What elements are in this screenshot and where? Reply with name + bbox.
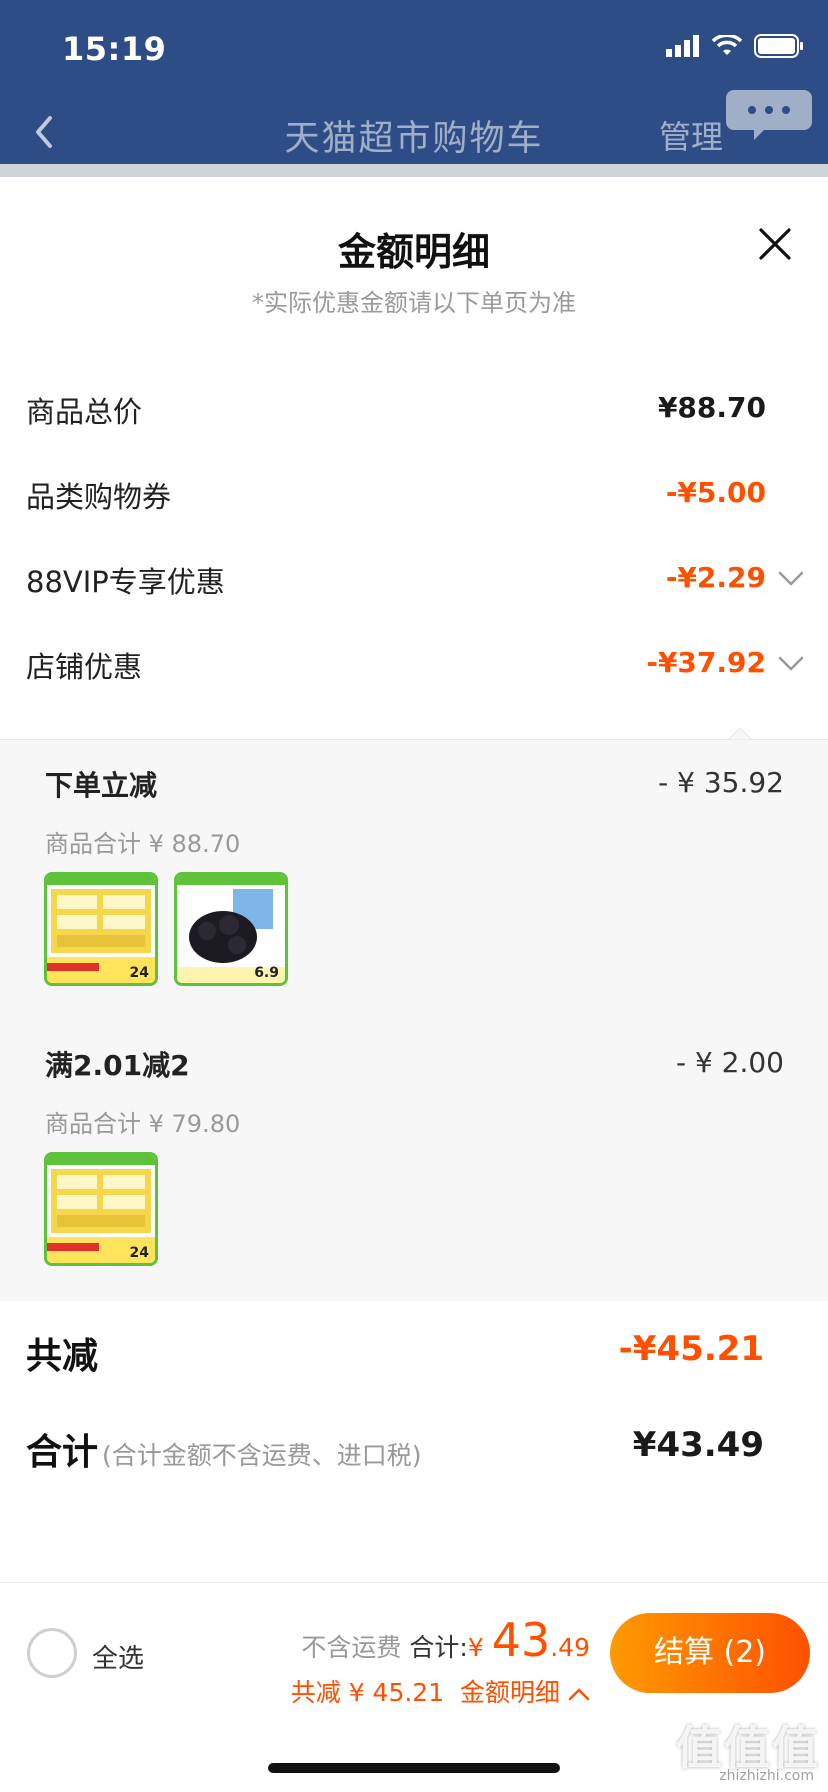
chat-icon[interactable] — [724, 86, 814, 144]
detail-link[interactable]: 金额明细 — [460, 1678, 560, 1707]
total-label: 合计 — [26, 1432, 99, 1473]
sheet-subtitle: *实际优惠金额请以下单页为准 — [252, 289, 576, 317]
total-saved-value: -¥45.21 — [618, 1329, 764, 1369]
thumb-price: 24 — [129, 965, 149, 981]
thumb-price: 24 — [129, 1245, 149, 1261]
watermark-url: zhizhizhi.com — [719, 1768, 814, 1784]
row-label: 商品总价 — [26, 395, 143, 429]
row-goods-total: 商品总价 ¥88.70 — [0, 379, 828, 439]
total-integer: 43 — [491, 1613, 551, 1667]
select-all-checkbox[interactable] — [27, 1628, 77, 1678]
row-value: ¥88.70 — [657, 391, 766, 424]
row-value: -¥2.29 — [665, 561, 766, 594]
thumb-price: 6.9 — [254, 965, 279, 981]
discount-amount: - ¥ 2.00 — [675, 1046, 784, 1079]
exclude-shipping-text: 不含运费 — [301, 1633, 402, 1662]
total-label-row: 合计 (合计金额不含运费、进口税) — [26, 1423, 422, 1475]
total-decimal: .49 — [550, 1633, 590, 1662]
status-time: 15:19 — [62, 30, 167, 68]
product-thumbnail-snack[interactable]: 6.9 — [174, 872, 288, 986]
sheet-title: 金额明细 — [337, 230, 490, 274]
bottom-total: 不含运费 合计:¥ 43.49 — [301, 1613, 590, 1667]
caret-icon — [728, 728, 752, 740]
row-store-discount[interactable]: 店铺优惠 -¥37.92 — [0, 634, 828, 694]
amount-detail-sheet: 金额明细 *实际优惠金额请以下单页为准 商品总价 ¥88.70 品类购物券 -¥… — [0, 177, 828, 1792]
checkout-button[interactable]: 结算 (2) — [610, 1613, 810, 1693]
total-note: (合计金额不含运费、进口税) — [102, 1441, 422, 1470]
status-icons — [666, 34, 804, 58]
saved-text: 共减 ¥ 45.21 — [290, 1678, 445, 1707]
chevron-up-icon[interactable] — [568, 1687, 590, 1701]
background-peek — [0, 164, 828, 177]
row-label: 88VIP专享优惠 — [26, 565, 225, 599]
battery-icon — [754, 34, 803, 58]
row-88vip-discount[interactable]: 88VIP专享优惠 -¥2.29 — [0, 549, 828, 609]
row-label: 品类购物券 — [26, 480, 172, 514]
row-value: -¥5.00 — [665, 476, 766, 509]
chevron-down-icon[interactable] — [778, 656, 804, 672]
total-value: ¥43.49 — [632, 1425, 764, 1465]
discount-title: 满2.01减2 — [45, 1049, 190, 1082]
product-thumbnail-tissue[interactable]: 24 — [44, 1152, 158, 1266]
nav-bar: 天猫超市购物车 管理 — [0, 90, 828, 164]
top-bar: 15:19 天猫超市购物车 管理 — [0, 0, 828, 177]
row-value: -¥37.92 — [646, 646, 766, 679]
product-thumbnail-tissue[interactable]: 24 — [44, 872, 158, 986]
discount-amount: - ¥ 35.92 — [658, 766, 784, 799]
store-discount-panel: 下单立减 - ¥ 35.92 商品合计 ¥ 88.70 24 6.9 满2.01… — [0, 728, 828, 1301]
wifi-icon — [712, 35, 742, 55]
discount-subtotal: 商品合计 ¥ 88.70 — [45, 830, 241, 858]
total-saved-label: 共减 — [26, 1336, 99, 1377]
currency-symbol: ¥ — [467, 1633, 484, 1662]
close-icon[interactable] — [758, 227, 792, 261]
home-indicator — [268, 1763, 560, 1773]
row-category-coupon: 品类购物券 -¥5.00 — [0, 464, 828, 524]
chevron-down-icon[interactable] — [778, 571, 804, 587]
row-label: 店铺优惠 — [26, 650, 143, 684]
discount-subtotal: 商品合计 ¥ 79.80 — [45, 1110, 241, 1138]
total-prefix: 合计: — [409, 1633, 468, 1662]
discount-title: 下单立减 — [45, 769, 158, 802]
manage-button[interactable]: 管理 — [659, 112, 723, 158]
bottom-saved-line[interactable]: 共减 ¥ 45.21 金额明细 — [291, 1673, 590, 1709]
signal-icon — [666, 35, 699, 57]
select-all-label[interactable]: 全选 — [92, 1638, 144, 1675]
